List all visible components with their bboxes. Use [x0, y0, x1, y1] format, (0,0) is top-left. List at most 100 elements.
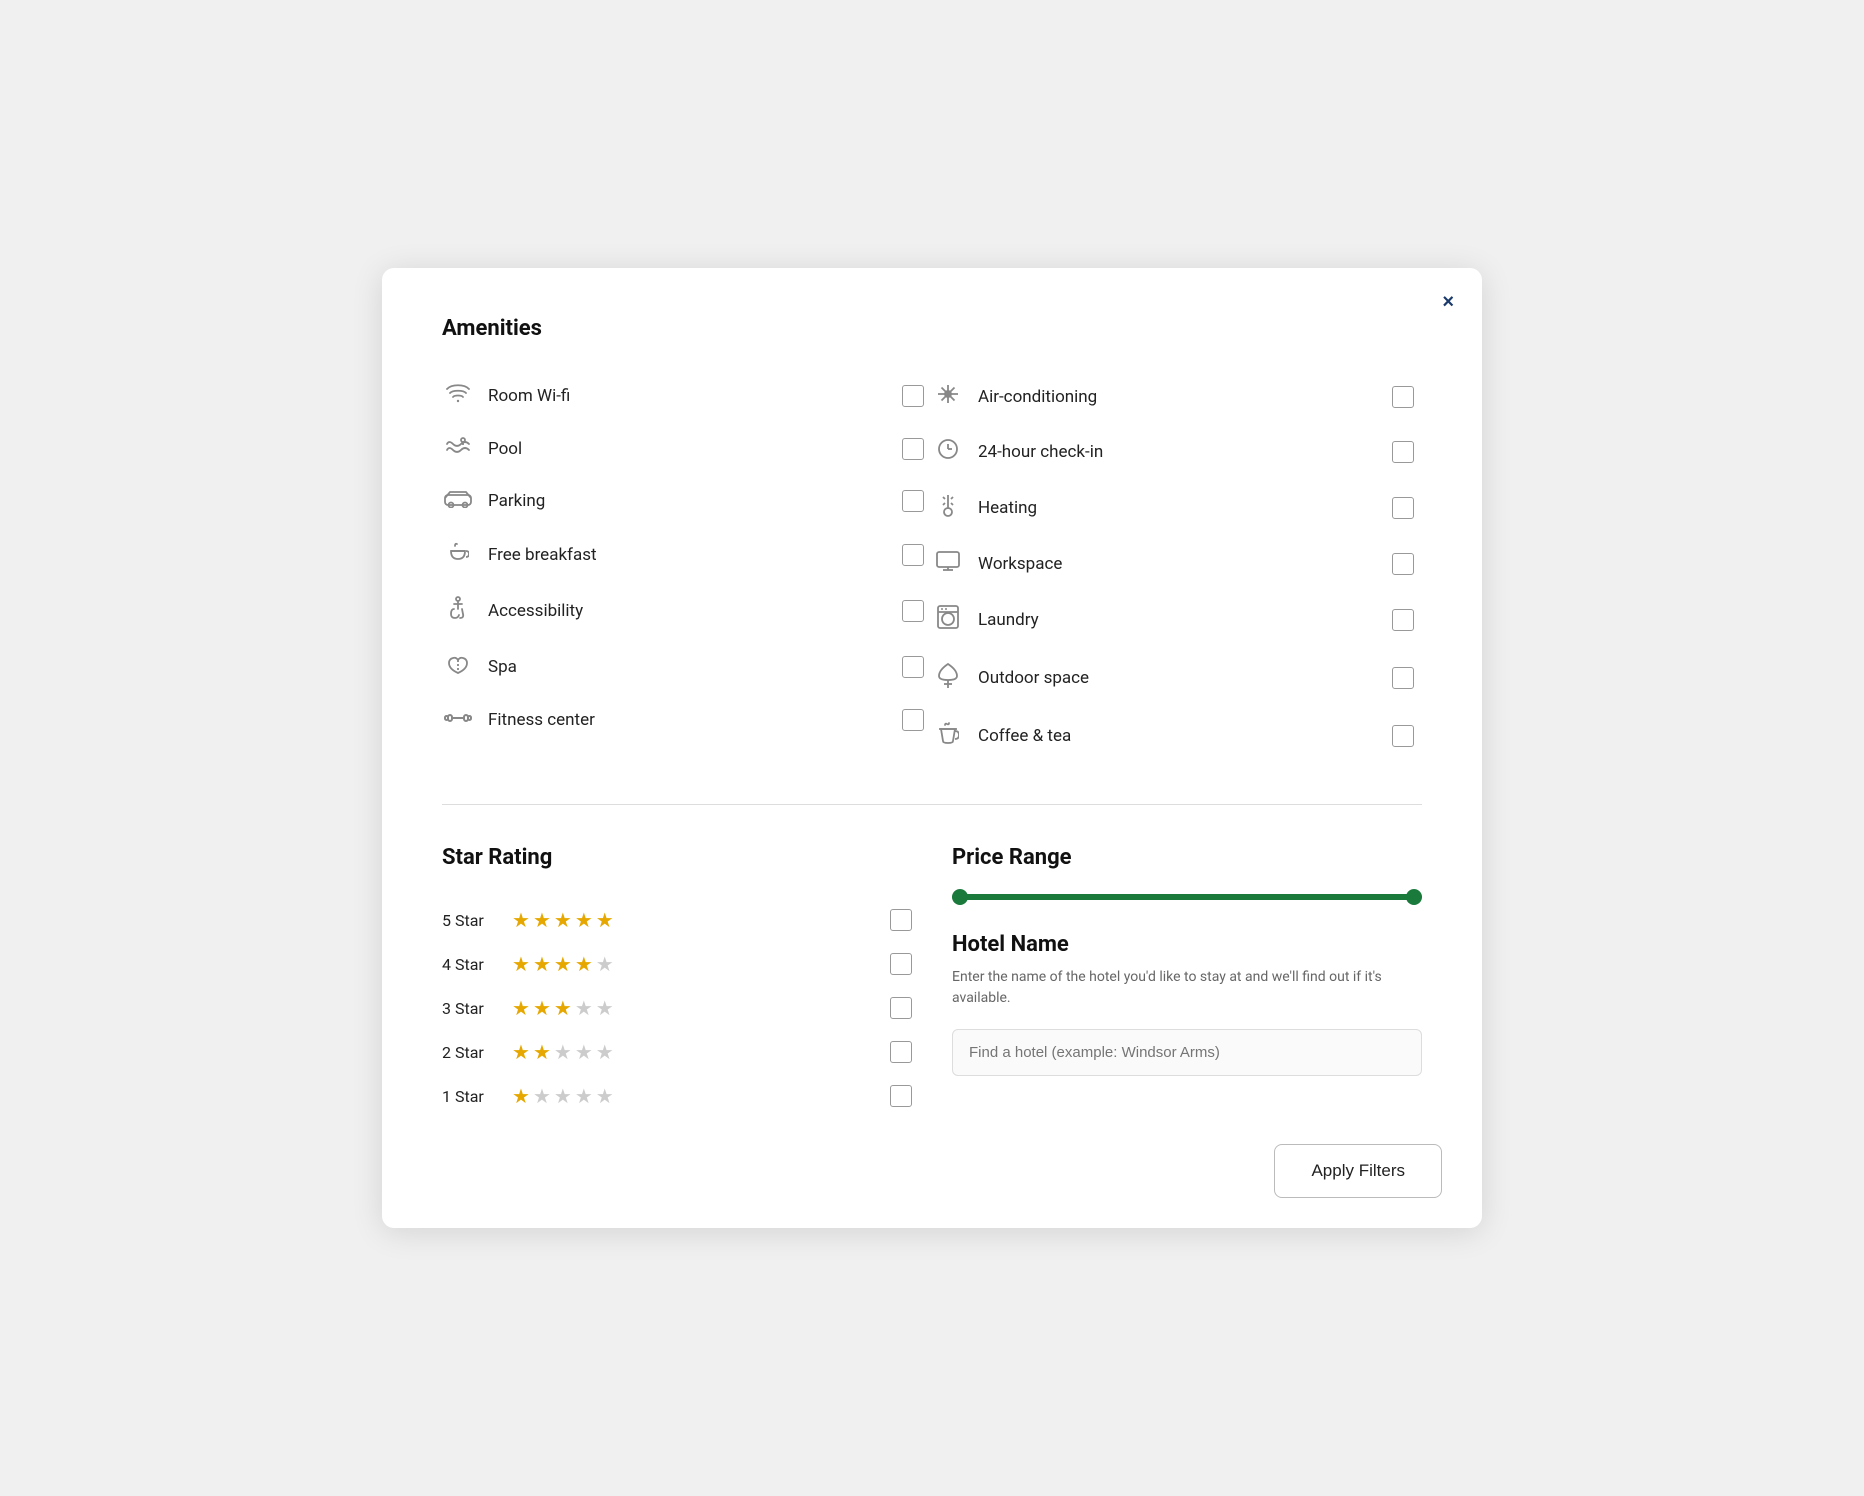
workspace-checkbox[interactable] — [1392, 553, 1414, 575]
star-icon: ★ — [596, 952, 614, 976]
amenities-right-col: Air-conditioning 24-hour check-in — [932, 369, 1422, 764]
star-icon: ★ — [533, 1084, 551, 1108]
star-icon: ★ — [596, 1040, 614, 1064]
outdoor-label: Outdoor space — [978, 668, 1378, 688]
star-icon: ★ — [554, 1040, 572, 1064]
star-2-checkbox[interactable] — [890, 1041, 912, 1063]
star-2-stars: ★ ★ ★ ★ ★ — [512, 1040, 876, 1064]
price-range-title: Price Range — [952, 845, 1422, 870]
amenity-laundry: Laundry — [932, 591, 1422, 648]
spa-icon — [442, 653, 474, 680]
workspace-icon — [932, 550, 964, 577]
hotel-name-input[interactable] — [952, 1029, 1422, 1076]
laundry-label: Laundry — [978, 610, 1378, 630]
star-2-label: 2 Star — [442, 1043, 498, 1062]
coffee-icon — [932, 721, 964, 750]
star-icon: ★ — [575, 1040, 593, 1064]
parking-checkbox[interactable] — [902, 490, 924, 512]
amenity-pool: Pool — [442, 422, 932, 475]
amenity-ac: Air-conditioning — [932, 369, 1422, 424]
star-5-stars: ★ ★ ★ ★ ★ — [512, 908, 876, 932]
wifi-icon — [442, 383, 474, 408]
star-4-stars: ★ ★ ★ ★ ★ — [512, 952, 876, 976]
star-3-checkbox[interactable] — [890, 997, 912, 1019]
star-row-2: 2 Star ★ ★ ★ ★ ★ — [442, 1030, 912, 1074]
hotel-name-desc: Enter the name of the hotel you'd like t… — [952, 967, 1422, 1009]
star-rating-section: Star Rating 5 Star ★ ★ ★ ★ ★ 4 Star ★ ★ … — [442, 845, 912, 1118]
checkin-icon — [932, 438, 964, 465]
wifi-label: Room Wi-fi — [488, 386, 888, 406]
fitness-icon — [442, 708, 474, 732]
wifi-checkbox[interactable] — [902, 385, 924, 407]
star-4-checkbox[interactable] — [890, 953, 912, 975]
outdoor-checkbox[interactable] — [1392, 667, 1414, 689]
star-icon: ★ — [512, 1040, 530, 1064]
outdoor-icon — [932, 662, 964, 693]
star-row-5: 5 Star ★ ★ ★ ★ ★ — [442, 898, 912, 942]
accessibility-icon — [442, 596, 474, 625]
spa-checkbox[interactable] — [902, 656, 924, 678]
amenities-grid: Room Wi-fi Pool — [442, 369, 1422, 764]
fitness-checkbox[interactable] — [902, 709, 924, 731]
slider-right-handle[interactable] — [1406, 889, 1422, 905]
spa-label: Spa — [488, 657, 888, 677]
laundry-checkbox[interactable] — [1392, 609, 1414, 631]
star-rating-title: Star Rating — [442, 845, 912, 870]
star-4-label: 4 Star — [442, 955, 498, 974]
accessibility-label: Accessibility — [488, 601, 888, 621]
filter-modal: × Amenities Room Wi-fi — [382, 268, 1482, 1228]
pool-checkbox[interactable] — [902, 438, 924, 460]
star-icon: ★ — [575, 1084, 593, 1108]
star-icon: ★ — [575, 908, 593, 932]
star-3-stars: ★ ★ ★ ★ ★ — [512, 996, 876, 1020]
amenity-parking: Parking — [442, 475, 932, 527]
parking-label: Parking — [488, 491, 888, 511]
star-icon: ★ — [596, 908, 614, 932]
star-5-checkbox[interactable] — [890, 909, 912, 931]
bottom-section: Star Rating 5 Star ★ ★ ★ ★ ★ 4 Star ★ ★ … — [442, 845, 1422, 1118]
fitness-label: Fitness center — [488, 710, 888, 730]
star-icon: ★ — [596, 1084, 614, 1108]
star-icon: ★ — [554, 952, 572, 976]
breakfast-label: Free breakfast — [488, 545, 888, 565]
price-range-slider[interactable] — [952, 894, 1422, 900]
apply-filters-button[interactable]: Apply Filters — [1274, 1144, 1442, 1198]
star-row-3: 3 Star ★ ★ ★ ★ ★ — [442, 986, 912, 1030]
amenity-fitness: Fitness center — [442, 694, 932, 746]
heating-icon — [932, 493, 964, 522]
star-icon: ★ — [533, 996, 551, 1020]
ac-label: Air-conditioning — [978, 387, 1378, 407]
amenity-checkin: 24-hour check-in — [932, 424, 1422, 479]
coffee-label: Coffee & tea — [978, 726, 1378, 746]
star-icon: ★ — [533, 1040, 551, 1064]
star-1-checkbox[interactable] — [890, 1085, 912, 1107]
star-icon: ★ — [533, 908, 551, 932]
star-icon: ★ — [554, 908, 572, 932]
star-1-label: 1 Star — [442, 1087, 498, 1106]
heating-checkbox[interactable] — [1392, 497, 1414, 519]
star-row-4: 4 Star ★ ★ ★ ★ ★ — [442, 942, 912, 986]
star-3-label: 3 Star — [442, 999, 498, 1018]
breakfast-checkbox[interactable] — [902, 544, 924, 566]
star-row-1: 1 Star ★ ★ ★ ★ ★ — [442, 1074, 912, 1118]
amenity-spa: Spa — [442, 639, 932, 694]
amenities-left-col: Room Wi-fi Pool — [442, 369, 932, 764]
star-icon: ★ — [575, 952, 593, 976]
pool-label: Pool — [488, 439, 888, 459]
price-range-section: Price Range Hotel Name Enter the name of… — [952, 845, 1422, 1118]
amenity-heating: Heating — [932, 479, 1422, 536]
star-icon: ★ — [533, 952, 551, 976]
slider-left-handle[interactable] — [952, 889, 968, 905]
ac-checkbox[interactable] — [1392, 386, 1414, 408]
close-button[interactable]: × — [1442, 292, 1454, 312]
accessibility-checkbox[interactable] — [902, 600, 924, 622]
star-icon: ★ — [512, 952, 530, 976]
checkin-checkbox[interactable] — [1392, 441, 1414, 463]
star-icon: ★ — [554, 996, 572, 1020]
star-1-stars: ★ ★ ★ ★ ★ — [512, 1084, 876, 1108]
coffee-checkbox[interactable] — [1392, 725, 1414, 747]
heating-label: Heating — [978, 498, 1378, 518]
ac-icon — [932, 383, 964, 410]
star-icon: ★ — [512, 908, 530, 932]
breakfast-icon — [442, 541, 474, 568]
